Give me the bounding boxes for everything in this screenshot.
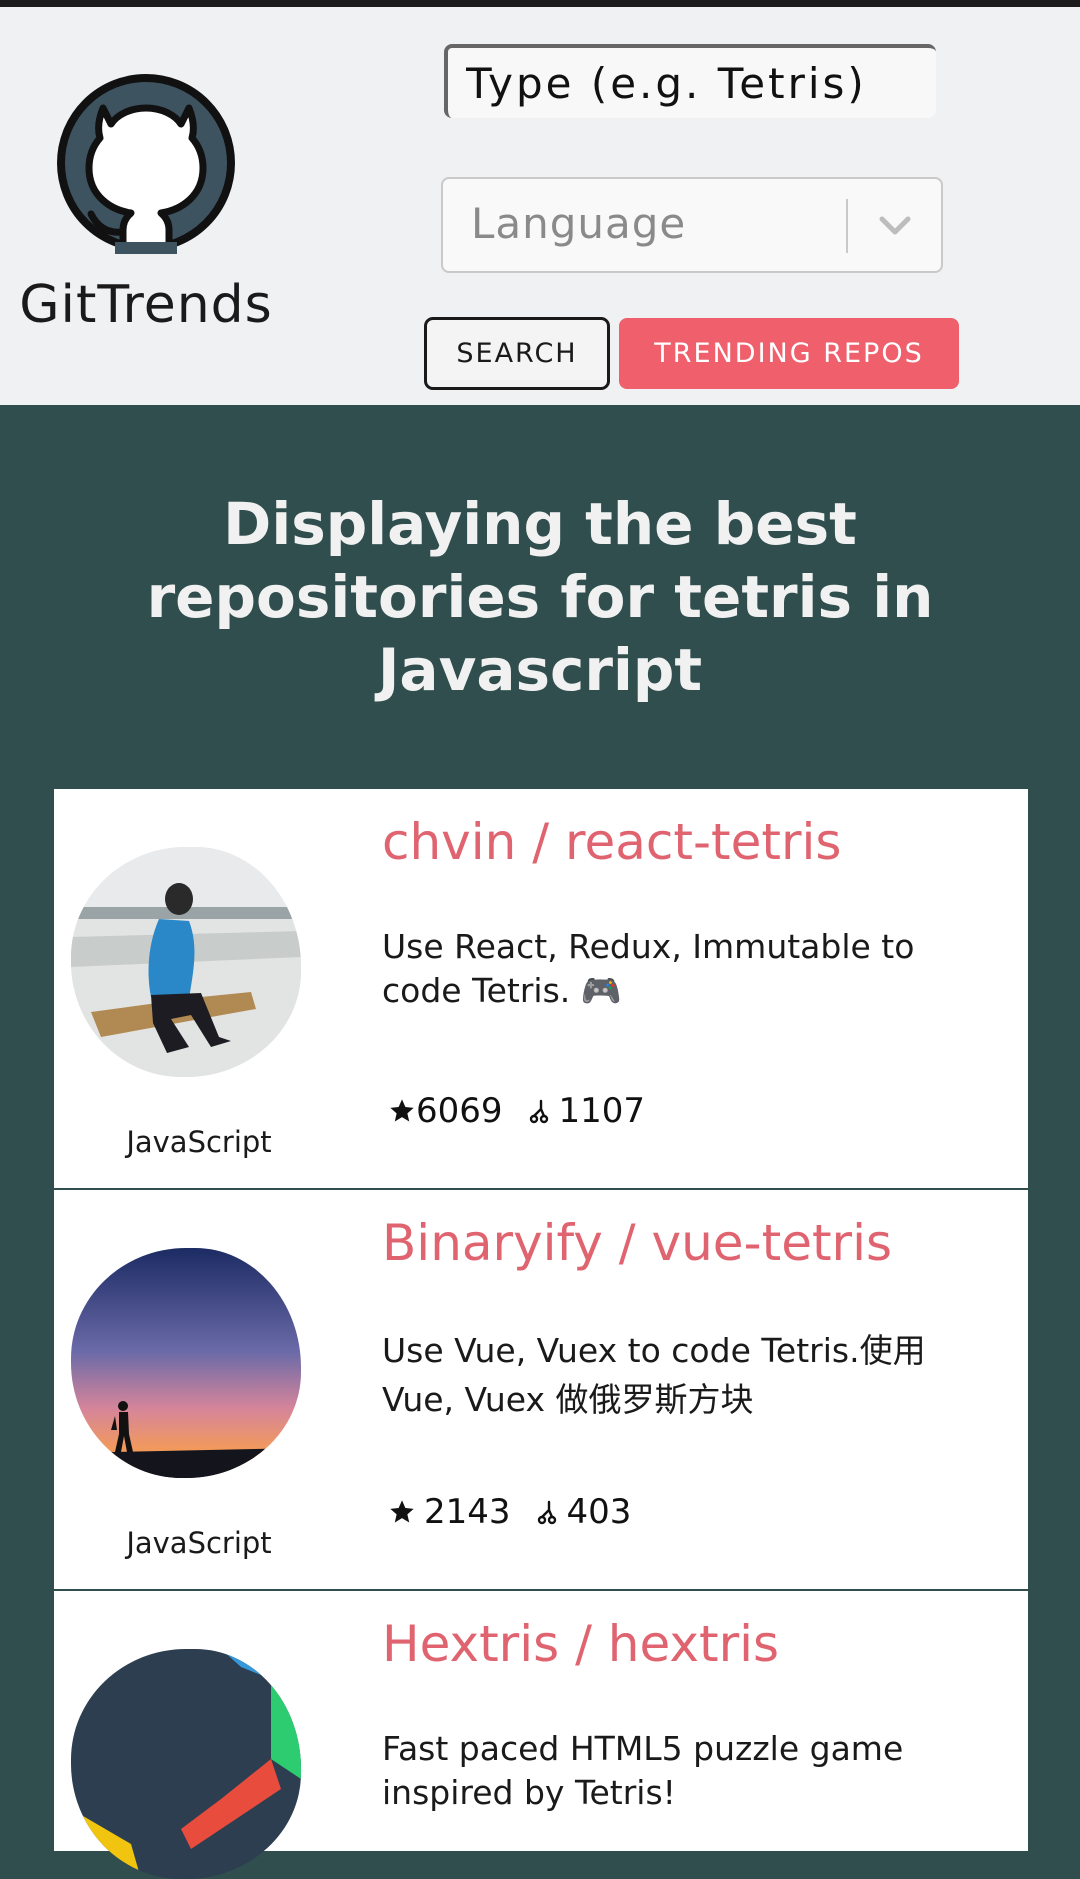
language-select-placeholder: Language — [471, 199, 687, 248]
repo-card: chvin / react-tetris Use React, Redux, I… — [54, 789, 1028, 1188]
star-icon — [390, 1500, 414, 1523]
brand-name: GitTrends — [19, 275, 273, 335]
repo-title-link[interactable]: chvin / react-tetris — [382, 813, 841, 871]
select-divider — [846, 199, 848, 253]
search-button[interactable]: SEARCH — [424, 317, 610, 390]
search-input[interactable] — [444, 44, 936, 118]
chevron-down-icon[interactable] — [865, 197, 925, 255]
top-border — [0, 0, 1080, 7]
repo-stats: 2143 403 — [388, 1492, 631, 1532]
language-select[interactable]: Language — [441, 177, 943, 273]
repo-card: Binaryify / vue-tetris Use Vue, Vuex to … — [54, 1190, 1028, 1589]
repo-title-link[interactable]: Binaryify / vue-tetris — [382, 1214, 892, 1272]
repo-description: Use Vue, Vuex to code Tetris.使用 Vue, Vue… — [382, 1331, 926, 1419]
star-count: 6069 — [388, 1091, 503, 1131]
star-count: 2143 — [388, 1492, 511, 1532]
avatar[interactable] — [71, 1248, 301, 1478]
repo-stats: 6069 1107 — [388, 1091, 645, 1131]
fork-count: 1107 — [527, 1091, 646, 1131]
trending-repos-button[interactable]: TRENDING REPOS — [619, 318, 959, 389]
fork-count-value: 403 — [566, 1492, 632, 1532]
header: GitTrends Language SEARCH TRENDING REPOS — [0, 7, 1080, 405]
star-count-value: 6069 — [416, 1091, 503, 1131]
avatar[interactable] — [71, 1649, 301, 1879]
fork-count: 403 — [535, 1492, 632, 1532]
avatar-photo — [71, 1649, 301, 1879]
avatar-photo — [71, 1248, 301, 1478]
page-title: Displaying the best repositories for tet… — [146, 490, 934, 704]
star-count-value: 2143 — [424, 1492, 511, 1532]
fork-icon — [529, 1099, 548, 1124]
repo-title-link[interactable]: Hextris / hextris — [382, 1615, 779, 1673]
repo-description: Use React, Redux, Immutable to code Tetr… — [382, 927, 915, 1010]
github-logo-icon[interactable] — [55, 72, 237, 256]
repo-card: Hextris / hextris Fast paced HTML5 puzzl… — [54, 1591, 1028, 1879]
fork-icon — [537, 1500, 556, 1525]
avatar-photo — [71, 847, 301, 1077]
repo-language: JavaScript — [126, 1125, 272, 1159]
repo-language: JavaScript — [126, 1526, 272, 1560]
star-icon — [390, 1099, 414, 1122]
fork-count-value: 1107 — [558, 1091, 646, 1131]
repo-description: Fast paced HTML5 puzzle game inspired by… — [382, 1729, 904, 1812]
avatar[interactable] — [71, 847, 301, 1077]
